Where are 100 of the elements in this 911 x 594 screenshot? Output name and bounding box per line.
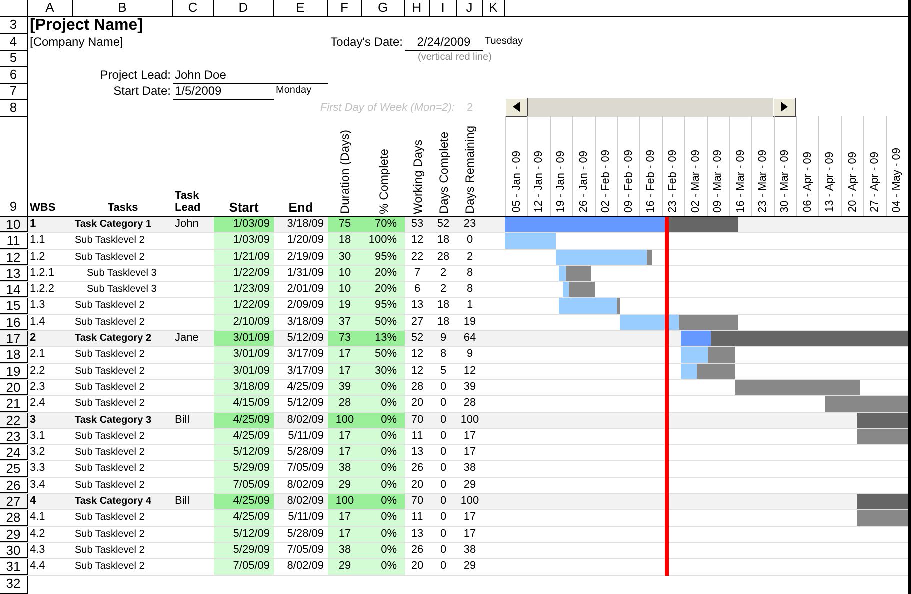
duration-cell: 18 [328,233,362,249]
row-number[interactable]: 30 [0,542,28,558]
row-number[interactable]: 31 [0,559,28,575]
scroll-left-button[interactable] [505,98,528,116]
task-lead: John [174,217,200,232]
row-number[interactable]: 19 [0,364,28,379]
row-number[interactable]: 32 [0,576,28,594]
start-date-cell: 7/05/09 [214,559,274,575]
duration-cell: 17 [328,364,362,379]
row-number[interactable]: 12 [0,250,28,265]
row-number[interactable]: 29 [0,526,28,542]
row-number[interactable]: 6 [0,66,28,84]
column-header[interactable]: K [483,0,505,16]
row-number[interactable]: 20 [0,380,28,396]
percent-complete-cell: 0% [362,461,405,477]
days-complete-cell-text: 9 [439,331,448,346]
row-number[interactable]: 8 [0,100,28,116]
row-number[interactable]: 3 [0,17,28,34]
field-label: Today's Date: [330,34,404,50]
wbs-cell-text: 1.1 [29,233,46,248]
column-heading: Days Complete [436,132,450,216]
task-name: Sub Tasklevel 2 [74,446,146,460]
start-date-cell: 1/22/09 [214,298,274,314]
task-name: Sub Tasklevel 2 [74,478,146,493]
row-number[interactable]: 16 [0,314,28,330]
start-date-cell: 4/25/09 [214,428,274,444]
row-number[interactable]: 10 [0,217,28,232]
percent-complete-cell: 0% [362,478,405,494]
days-complete-cell-text: 0 [439,526,448,542]
row-number[interactable]: 7 [0,83,28,100]
column-heading: Task Lead [174,190,202,216]
scroll-right-button[interactable] [773,98,796,116]
row-number[interactable]: 11 [0,233,28,249]
working-days-cell-text: 52 [410,331,425,346]
column-header[interactable]: A [28,0,73,16]
row-number[interactable]: 28 [0,510,28,526]
task-name: Sub Tasklevel 2 [74,250,146,265]
column-header[interactable]: D [214,0,274,16]
duration-cell: 28 [328,396,362,412]
column-header[interactable]: I [430,0,457,16]
row-number[interactable]: 27 [0,494,28,510]
days-complete-cell-text: 0 [439,494,448,510]
scrollbar[interactable] [505,98,796,116]
task-name: Sub Tasklevel 2 [74,544,146,558]
column-header[interactable]: J [457,0,483,16]
column-header[interactable]: F [328,0,362,16]
row-number[interactable]: 9 [0,116,28,216]
days-remaining-cell-text: 9 [466,347,474,362]
days-complete-cell-text: 18 [436,233,451,248]
row-number[interactable]: 22 [0,412,28,428]
row-number[interactable]: 15 [0,298,28,314]
working-days-cell-text: 22 [410,250,425,265]
row-number[interactable]: 14 [0,282,28,298]
end-date-cell-text: 5/12/09 [286,331,325,346]
days-remaining-cell-text: 29 [462,559,478,574]
duration-cell: 29 [328,559,362,575]
column-header[interactable]: C [173,0,214,16]
days-complete-cell-text: 0 [439,542,448,558]
row-number[interactable]: 13 [0,266,28,282]
working-days-cell-text: 26 [410,542,425,558]
percent-complete-cell: 0% [362,380,405,396]
end-date-cell-text: 5/28/09 [286,445,325,460]
days-remaining-cell-text: 29 [462,478,478,493]
wbs-cell-text: 1.4 [29,314,46,330]
column-header[interactable]: G [362,0,405,16]
working-days-cell-text: 13 [410,298,425,314]
working-days-cell-text: 7 [413,266,422,281]
row-number[interactable]: 5 [0,50,28,66]
task-name: Sub Tasklevel 2 [74,299,146,314]
week-label: 27 - Apr - 09 [868,152,881,215]
row-number[interactable]: 25 [0,461,28,477]
row-number[interactable]: 4 [0,34,28,50]
row-number[interactable]: 24 [0,445,28,460]
end-date-cell-text: 8/02/09 [286,494,325,510]
working-days-cell-text: 13 [410,526,425,542]
row-number[interactable]: 23 [0,428,28,444]
row-number[interactable]: 17 [0,331,28,346]
start-date-cell: 1/23/09 [214,282,274,298]
days-complete-cell-text: 0 [439,445,448,460]
column-header[interactable]: E [274,0,328,16]
task-name: Task Category 2 [74,332,153,346]
end-date-cell-text: 8/02/09 [286,412,325,428]
end-date-cell-text: 7/05/09 [286,542,325,558]
days-remaining-cell-text: 17 [462,510,478,526]
week-label: 16 - Mar - 09 [734,150,747,215]
row-number[interactable]: 26 [0,478,28,494]
week-label: 09 - Feb - 09 [622,150,635,215]
column-header[interactable]: H [405,0,430,16]
column-heading: Start [228,202,260,216]
days-remaining-cell-text: 17 [462,428,478,444]
wbs-cell-text: 2.1 [29,347,46,362]
row-number[interactable]: 18 [0,347,28,363]
gantt-bar [856,494,908,510]
column-header[interactable]: B [73,0,173,16]
row-number[interactable]: 21 [0,396,28,412]
start-date-cell: 1/21/09 [214,250,274,265]
duration-cell: 17 [328,526,362,542]
task-name: Task Category 4 [74,495,153,510]
start-date-cell: 4/25/09 [214,510,274,526]
week-label: 26 - Jan - 09 [578,151,590,215]
